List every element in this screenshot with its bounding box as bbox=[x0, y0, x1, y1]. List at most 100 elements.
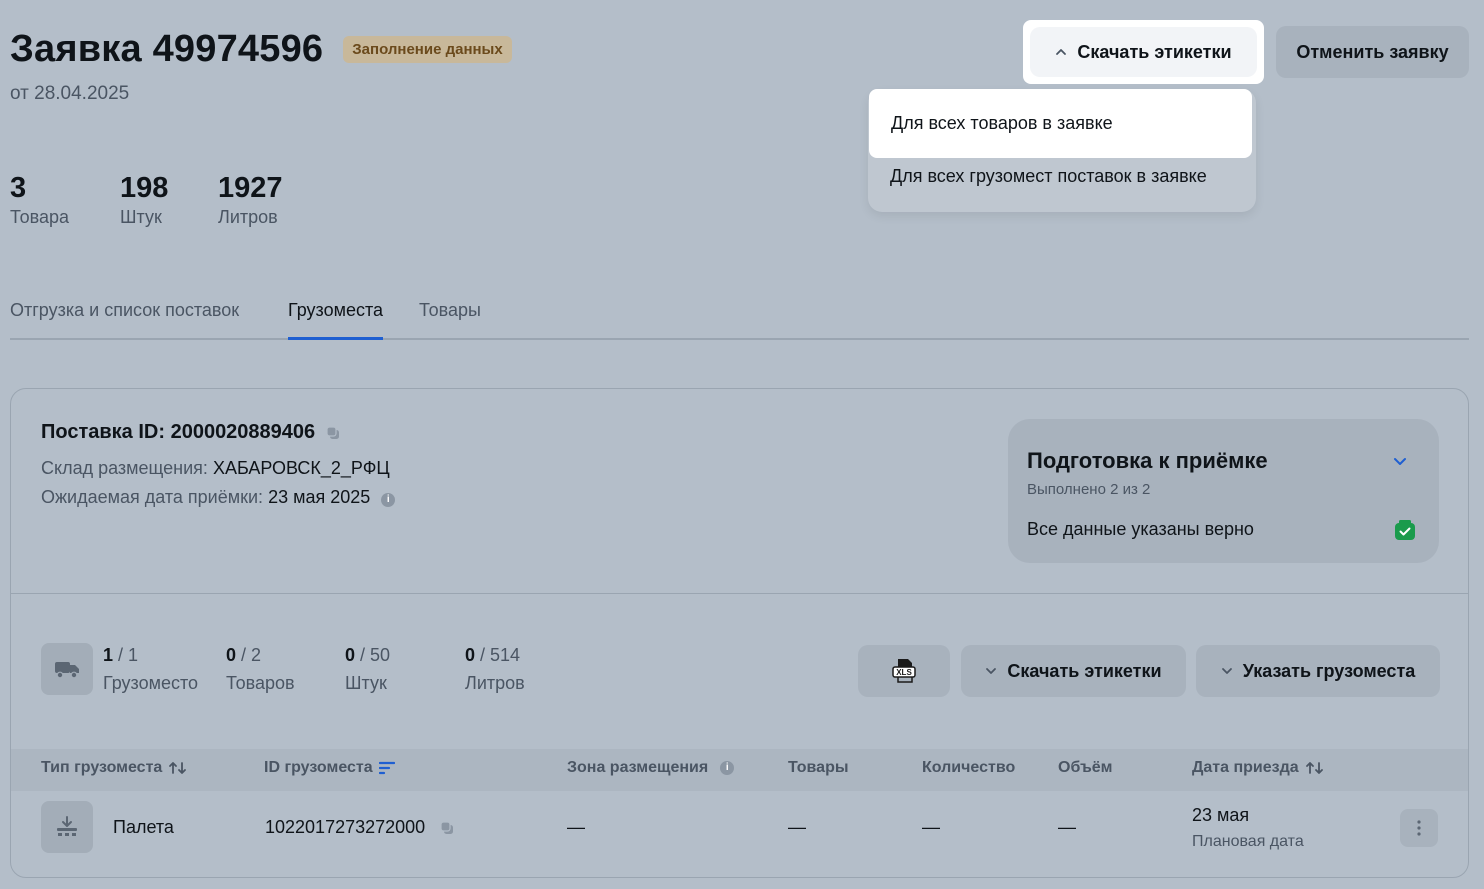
page: Заявка 49974596 Заполнение данных от 28.… bbox=[0, 0, 1484, 889]
counter-total: / 50 bbox=[360, 645, 391, 665]
stat-label: Товара bbox=[10, 207, 69, 227]
title-row: Заявка 49974596 Заполнение данных bbox=[10, 28, 512, 71]
stat-liters: 1927 Литров bbox=[218, 172, 283, 228]
cell-goods: — bbox=[788, 817, 806, 837]
cell-id: 1022017273272000 bbox=[265, 817, 426, 837]
cell-type: Палета bbox=[113, 817, 174, 837]
counter-pieces: 0 / 50 Штук bbox=[345, 645, 390, 694]
cell-id-wrap: 1022017273272000 bbox=[265, 817, 455, 838]
copy-icon[interactable] bbox=[439, 820, 455, 836]
th-arrival[interactable]: Дата приезда bbox=[1192, 759, 1325, 777]
th-arrival-label: Дата приезда bbox=[1192, 759, 1299, 776]
cancel-request-button[interactable]: Отменить заявку bbox=[1276, 26, 1469, 78]
box-check-icon bbox=[1395, 520, 1415, 540]
chevron-up-icon bbox=[1056, 49, 1067, 55]
sort-icon bbox=[1305, 762, 1323, 774]
supply-title-row: Поставка ID: 2000020889406 bbox=[41, 421, 341, 444]
tab-goods[interactable]: Товары bbox=[419, 300, 481, 340]
prep-title: Подготовка к приёмке bbox=[1027, 448, 1268, 473]
download-labels-button-secondary[interactable]: Скачать этикетки bbox=[961, 645, 1186, 697]
th-type-label: Тип грузоместа bbox=[41, 759, 163, 776]
kebab-icon bbox=[1417, 820, 1421, 836]
svg-text:XLS: XLS bbox=[896, 668, 912, 677]
counter-label: Товаров bbox=[226, 673, 295, 693]
specify-cargo-label: Указать грузоместа bbox=[1242, 660, 1416, 681]
th-quantity: Количество bbox=[922, 759, 1016, 776]
th-goods: Товары bbox=[788, 759, 849, 776]
chevron-down-icon bbox=[1221, 668, 1232, 674]
tabs: Отгрузка и список поставок Грузоместа То… bbox=[10, 300, 1469, 340]
counter-total: / 2 bbox=[241, 645, 262, 665]
truck-icon bbox=[41, 643, 93, 695]
stat-label: Штук bbox=[120, 207, 162, 227]
download-labels-highlight: Скачать этикетки bbox=[1023, 20, 1264, 84]
info-icon[interactable]: i bbox=[381, 493, 396, 507]
expected-date-line: Ожидаемая дата приёмки: 23 мая 2025 i bbox=[41, 487, 396, 508]
status-badge: Заполнение данных bbox=[343, 36, 512, 63]
counter-total: / 514 bbox=[480, 645, 521, 665]
counter-label: Литров bbox=[465, 673, 525, 693]
th-type[interactable]: Тип грузоместа bbox=[41, 759, 188, 777]
tab-cargo[interactable]: Грузоместа bbox=[288, 300, 384, 340]
counter-goods: 0 / 2 Товаров bbox=[226, 645, 295, 694]
table-row[interactable]: Палета 1022017273272000 — — — — 23 мая П… bbox=[11, 791, 1468, 877]
stat-value: 3 bbox=[10, 172, 27, 204]
counter-label: Штук bbox=[345, 673, 387, 693]
stat-value: 198 bbox=[120, 172, 169, 204]
counter-label: Грузоместо bbox=[103, 673, 199, 693]
expected-date-label: Ожидаемая дата приёмки: bbox=[41, 487, 264, 507]
stat-value: 1927 bbox=[218, 172, 283, 204]
chevron-down-icon bbox=[986, 668, 997, 674]
warehouse-value: ХАБАРОВСК_2_РФЦ bbox=[212, 458, 390, 478]
card-divider bbox=[11, 593, 1468, 594]
page-title: Заявка 49974596 bbox=[10, 28, 324, 70]
expected-date-value: 23 мая 2025 bbox=[268, 487, 371, 507]
warehouse-line: Склад размещения: ХАБАРОВСК_2_РФЦ bbox=[41, 458, 390, 479]
supply-title: Поставка ID: 2000020889406 bbox=[41, 421, 316, 443]
cell-arrival-sub: Плановая дата bbox=[1192, 833, 1304, 850]
th-zone: Зона размещения i bbox=[567, 759, 735, 777]
stat-goods: 3 Товара bbox=[10, 172, 69, 228]
counter-done: 0 bbox=[226, 645, 237, 665]
counter-liters: 0 / 514 Литров bbox=[465, 645, 525, 694]
xls-icon: XLS bbox=[892, 659, 916, 683]
copy-icon[interactable] bbox=[325, 425, 341, 441]
prep-subtitle: Выполнено 2 из 2 bbox=[1027, 481, 1151, 498]
download-labels-button[interactable]: Скачать этикетки bbox=[1030, 27, 1257, 77]
download-labels-menu: Для всех товаров в заявке Для всех грузо… bbox=[868, 89, 1256, 212]
counter-cargo: 1 / 1 Грузоместо bbox=[103, 645, 198, 694]
request-date: от 28.04.2025 bbox=[10, 83, 130, 104]
cell-zone: — bbox=[567, 817, 585, 837]
th-id-label: ID грузоместа bbox=[264, 759, 373, 776]
prep-status-line: Все данные указаны верно bbox=[1027, 519, 1254, 539]
counter-done: 0 bbox=[465, 645, 476, 665]
download-labels-label: Скачать этикетки bbox=[1077, 41, 1232, 62]
counter-done: 1 bbox=[103, 645, 114, 665]
sort-desc-icon bbox=[378, 761, 395, 775]
sort-icon bbox=[169, 762, 187, 774]
tab-shipment[interactable]: Отгрузка и список поставок bbox=[10, 300, 239, 340]
th-id[interactable]: ID грузоместа bbox=[264, 759, 395, 777]
xls-export-button[interactable]: XLS bbox=[858, 645, 950, 697]
specify-cargo-button[interactable]: Указать грузоместа bbox=[1196, 645, 1440, 697]
download-labels-label: Скачать этикетки bbox=[1007, 660, 1162, 681]
prep-panel[interactable]: Подготовка к приёмке Выполнено 2 из 2 Вс… bbox=[1008, 419, 1439, 563]
stat-pieces: 198 Штук bbox=[120, 172, 168, 228]
menu-item-all-cargo[interactable]: Для всех грузомест поставок в заявке bbox=[890, 166, 1207, 187]
chevron-down-icon[interactable] bbox=[1392, 453, 1408, 469]
info-icon[interactable]: i bbox=[720, 761, 735, 775]
th-zone-label: Зона размещения bbox=[567, 759, 709, 776]
counter-total: / 1 bbox=[118, 645, 139, 665]
cell-quantity: — bbox=[922, 817, 940, 837]
cell-volume: — bbox=[1058, 817, 1076, 837]
pallet-icon bbox=[41, 801, 93, 853]
th-volume: Объём bbox=[1058, 759, 1113, 776]
supply-card: Поставка ID: 2000020889406 Склад размеще… bbox=[10, 388, 1469, 878]
stat-label: Литров bbox=[218, 207, 278, 227]
table-header: Тип грузоместа ID грузоместа Зона размещ… bbox=[11, 749, 1468, 791]
cell-arrival-date: 23 мая bbox=[1192, 805, 1250, 825]
counter-done: 0 bbox=[345, 645, 356, 665]
warehouse-label: Склад размещения: bbox=[41, 458, 208, 478]
menu-item-all-goods[interactable]: Для всех товаров в заявке bbox=[869, 89, 1252, 158]
row-menu-button[interactable] bbox=[1400, 809, 1438, 847]
